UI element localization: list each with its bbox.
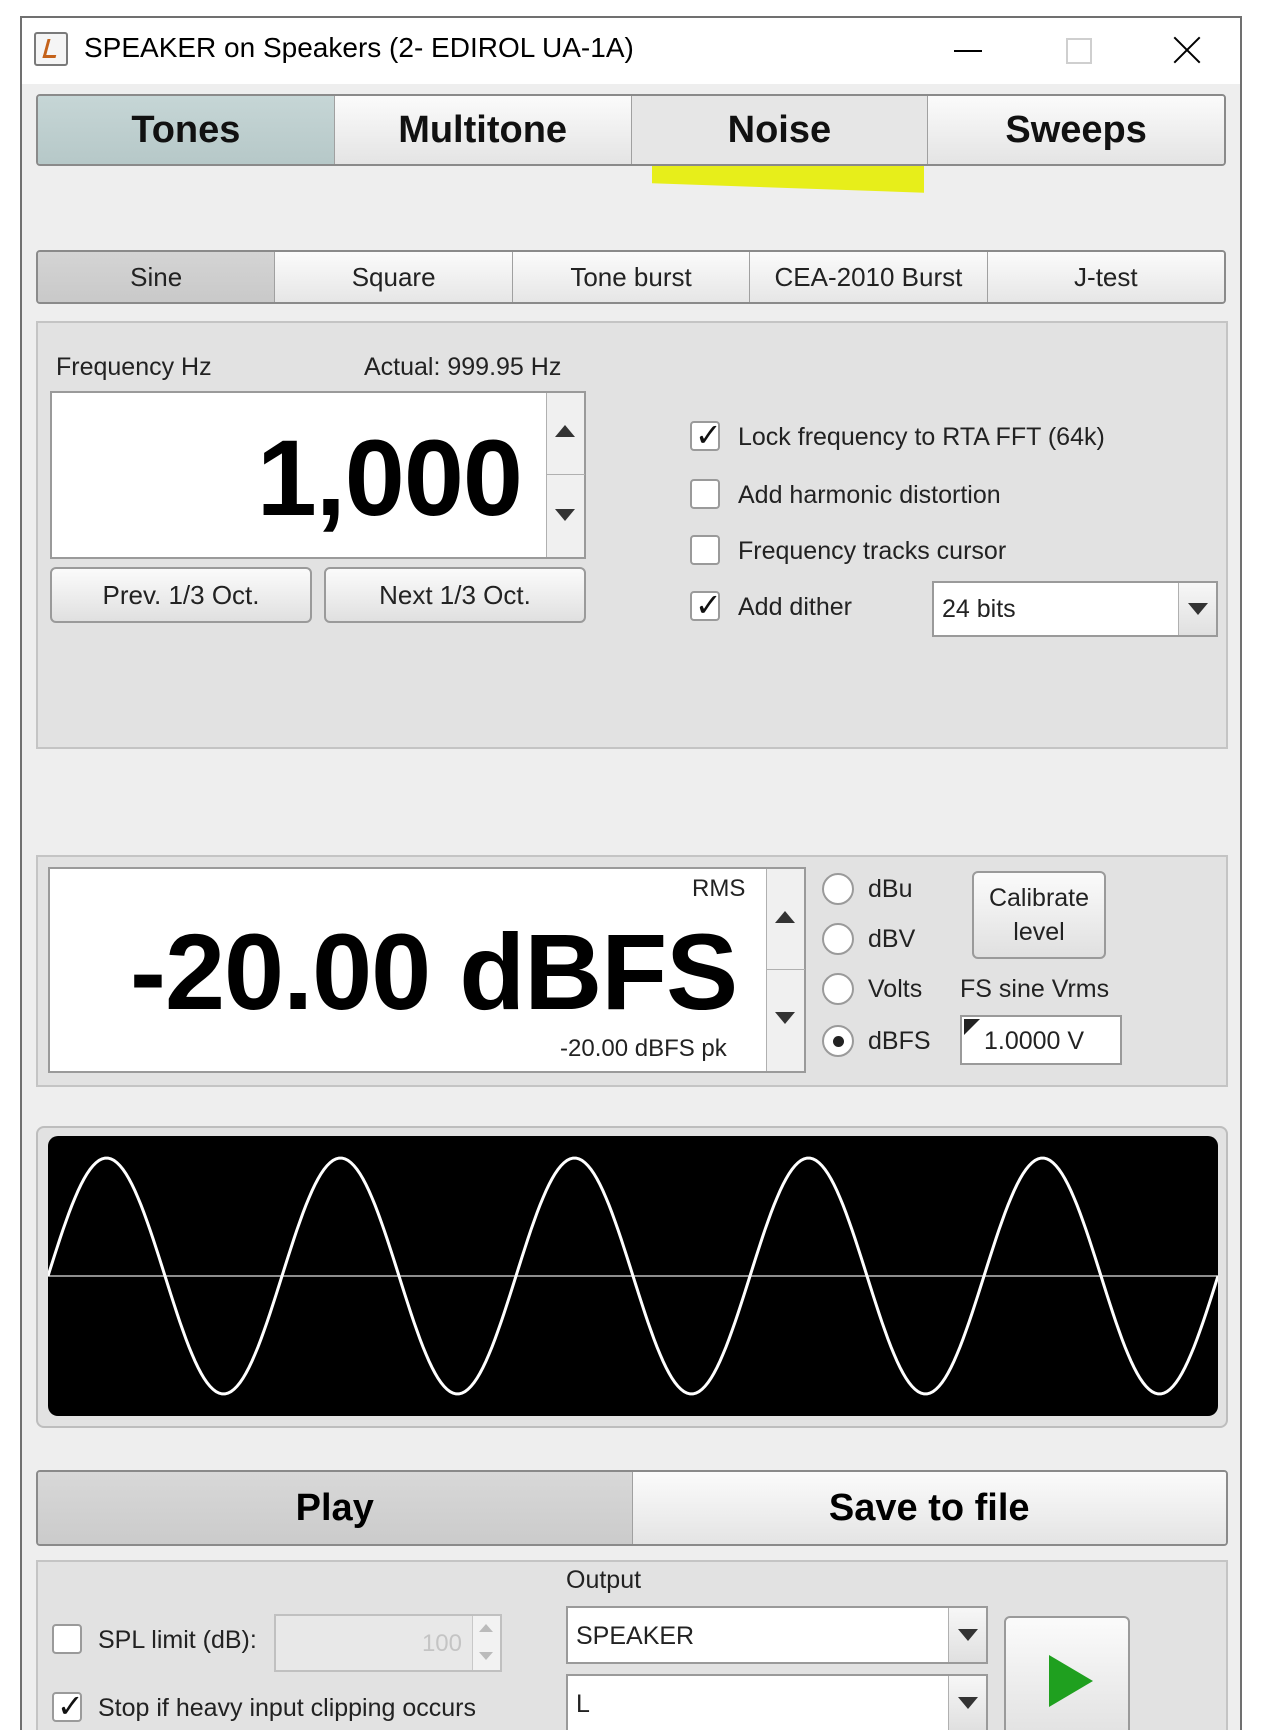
fs-sine-value-field[interactable]: 1.0000 V	[960, 1015, 1122, 1065]
spl-limit-value: 100	[421, 1630, 462, 1657]
stop-clipping-checkbox[interactable]	[52, 1687, 84, 1725]
level-value: -20.00 dBFS	[130, 911, 738, 1032]
save-to-file-tab[interactable]: Save to file	[632, 1472, 1226, 1544]
harmonic-distortion-label: Add harmonic distortion	[738, 481, 1001, 509]
frequency-tracks-cursor-label: Frequency tracks cursor	[738, 537, 1007, 565]
window-title: SPEAKER on Speakers (2- EDIROL UA-1A)	[84, 32, 634, 63]
unit-radio-dbv[interactable]	[822, 923, 854, 955]
add-dither-label: Add dither	[738, 593, 852, 621]
chevron-down-icon	[958, 1629, 978, 1641]
corner-marker-icon	[964, 1019, 980, 1035]
app-window: SPEAKER on Speakers (2- EDIROL UA-1A) To…	[20, 16, 1242, 1730]
output-channel-dropdown-button[interactable]	[948, 1676, 986, 1730]
arrow-up-icon	[775, 911, 795, 923]
output-device-dropdown-button[interactable]	[948, 1608, 986, 1662]
frequency-spinner[interactable]	[546, 393, 585, 557]
rms-label: RMS	[692, 875, 746, 902]
frequency-up-button[interactable]	[547, 393, 585, 475]
unit-label-volts: Volts	[868, 975, 923, 1003]
output-device-value: SPEAKER	[576, 1622, 695, 1650]
frequency-tracks-cursor-checkbox[interactable]	[690, 535, 720, 565]
level-down-button[interactable]	[767, 970, 805, 1071]
frequency-panel: Frequency Hz Actual: 999.95 Hz 1,000 Pre…	[36, 321, 1228, 749]
java-app-icon	[34, 32, 68, 66]
next-third-octave-button[interactable]: Next 1/3 Oct.	[324, 567, 586, 623]
unit-radio-dbfs[interactable]	[822, 1025, 854, 1057]
spl-limit-checkbox[interactable]	[52, 1624, 82, 1654]
sine-waveform	[48, 1156, 1218, 1396]
frequency-label: Frequency Hz	[56, 353, 212, 381]
output-panel: SPL limit (dB): 100 Stop if heavy input …	[36, 1560, 1228, 1730]
level-panel: RMS -20.00 dBFS -20.00 dBFS pk dBu dBV V…	[36, 855, 1228, 1087]
waveform-type-tabs: Sine Square Tone burst CEA-2010 Burst J-…	[36, 250, 1226, 304]
chevron-down-icon	[958, 1697, 978, 1709]
dither-bits-dropdown-button[interactable]	[1178, 583, 1216, 635]
play-tab[interactable]: Play	[38, 1472, 633, 1544]
tab-cea-2010-burst[interactable]: CEA-2010 Burst	[750, 252, 988, 302]
fs-sine-value: 1.0000 V	[984, 1027, 1085, 1055]
unit-label-dbv: dBV	[868, 925, 916, 953]
harmonic-distortion-checkbox[interactable]	[690, 479, 720, 509]
tab-square[interactable]: Square	[275, 252, 513, 302]
main-tab-bar: Tones Multitone Noise Sweeps	[36, 94, 1226, 166]
output-channel-select[interactable]: L	[566, 1674, 988, 1730]
unit-label-dbfs: dBFS	[868, 1027, 931, 1055]
lock-frequency-label: Lock frequency to RTA FFT (64k)	[738, 423, 1105, 451]
frequency-down-button[interactable]	[547, 475, 585, 557]
spl-limit-label: SPL limit (dB):	[98, 1626, 257, 1654]
tab-tone-burst[interactable]: Tone burst	[512, 252, 751, 302]
chevron-down-icon	[1188, 603, 1208, 615]
tab-multitone[interactable]: Multitone	[334, 96, 632, 164]
waveform-frame	[36, 1126, 1228, 1428]
actual-frequency: Actual: 999.95 Hz	[364, 353, 562, 381]
add-dither-checkbox[interactable]	[690, 586, 722, 624]
tab-tones[interactable]: Tones	[38, 96, 335, 164]
frequency-input[interactable]: 1,000	[50, 391, 586, 559]
play-output-button[interactable]	[1004, 1616, 1130, 1730]
level-peak: -20.00 dBFS pk	[560, 1035, 727, 1062]
lock-frequency-checkbox[interactable]	[690, 416, 722, 454]
minimize-icon[interactable]	[944, 28, 994, 72]
waveform-display	[48, 1136, 1218, 1416]
maximize-icon[interactable]	[1052, 28, 1102, 72]
arrow-down-icon	[555, 509, 575, 521]
tab-noise[interactable]: Noise	[632, 96, 929, 164]
arrow-up-icon	[479, 1624, 493, 1632]
frequency-value: 1,000	[256, 417, 523, 538]
arrow-up-icon	[555, 425, 575, 437]
tab-sweeps[interactable]: Sweeps	[928, 96, 1224, 164]
output-channel-value: L	[576, 1690, 590, 1718]
close-icon[interactable]	[1162, 28, 1212, 72]
play-icon	[1049, 1655, 1093, 1707]
prev-third-octave-button[interactable]: Prev. 1/3 Oct.	[50, 567, 312, 623]
level-spinner[interactable]	[766, 869, 805, 1071]
tab-j-test[interactable]: J-test	[987, 252, 1224, 302]
dither-bits-value: 24 bits	[942, 595, 1016, 623]
spl-limit-input[interactable]: 100	[274, 1614, 502, 1672]
level-input[interactable]: RMS -20.00 dBFS -20.00 dBFS pk	[48, 867, 806, 1073]
stop-clipping-label: Stop if heavy input clipping occurs	[98, 1694, 476, 1722]
calibrate-level-button[interactable]: Calibrate level	[972, 871, 1106, 959]
title-bar: SPEAKER on Speakers (2- EDIROL UA-1A)	[22, 18, 1240, 84]
output-label: Output	[566, 1566, 642, 1594]
dither-bits-select[interactable]: 24 bits	[932, 581, 1218, 637]
fs-sine-label: FS sine Vrms	[960, 975, 1110, 1003]
unit-radio-volts[interactable]	[822, 973, 854, 1005]
level-up-button[interactable]	[767, 869, 805, 970]
spl-limit-spinner[interactable]	[472, 1616, 500, 1670]
tab-sine[interactable]: Sine	[38, 252, 276, 302]
arrow-down-icon	[775, 1012, 795, 1024]
action-bar: Play Save to file	[36, 1470, 1228, 1546]
arrow-down-icon	[479, 1652, 493, 1660]
output-device-select[interactable]: SPEAKER	[566, 1606, 988, 1664]
unit-label-dbu: dBu	[868, 875, 913, 903]
unit-radio-dbu[interactable]	[822, 873, 854, 905]
